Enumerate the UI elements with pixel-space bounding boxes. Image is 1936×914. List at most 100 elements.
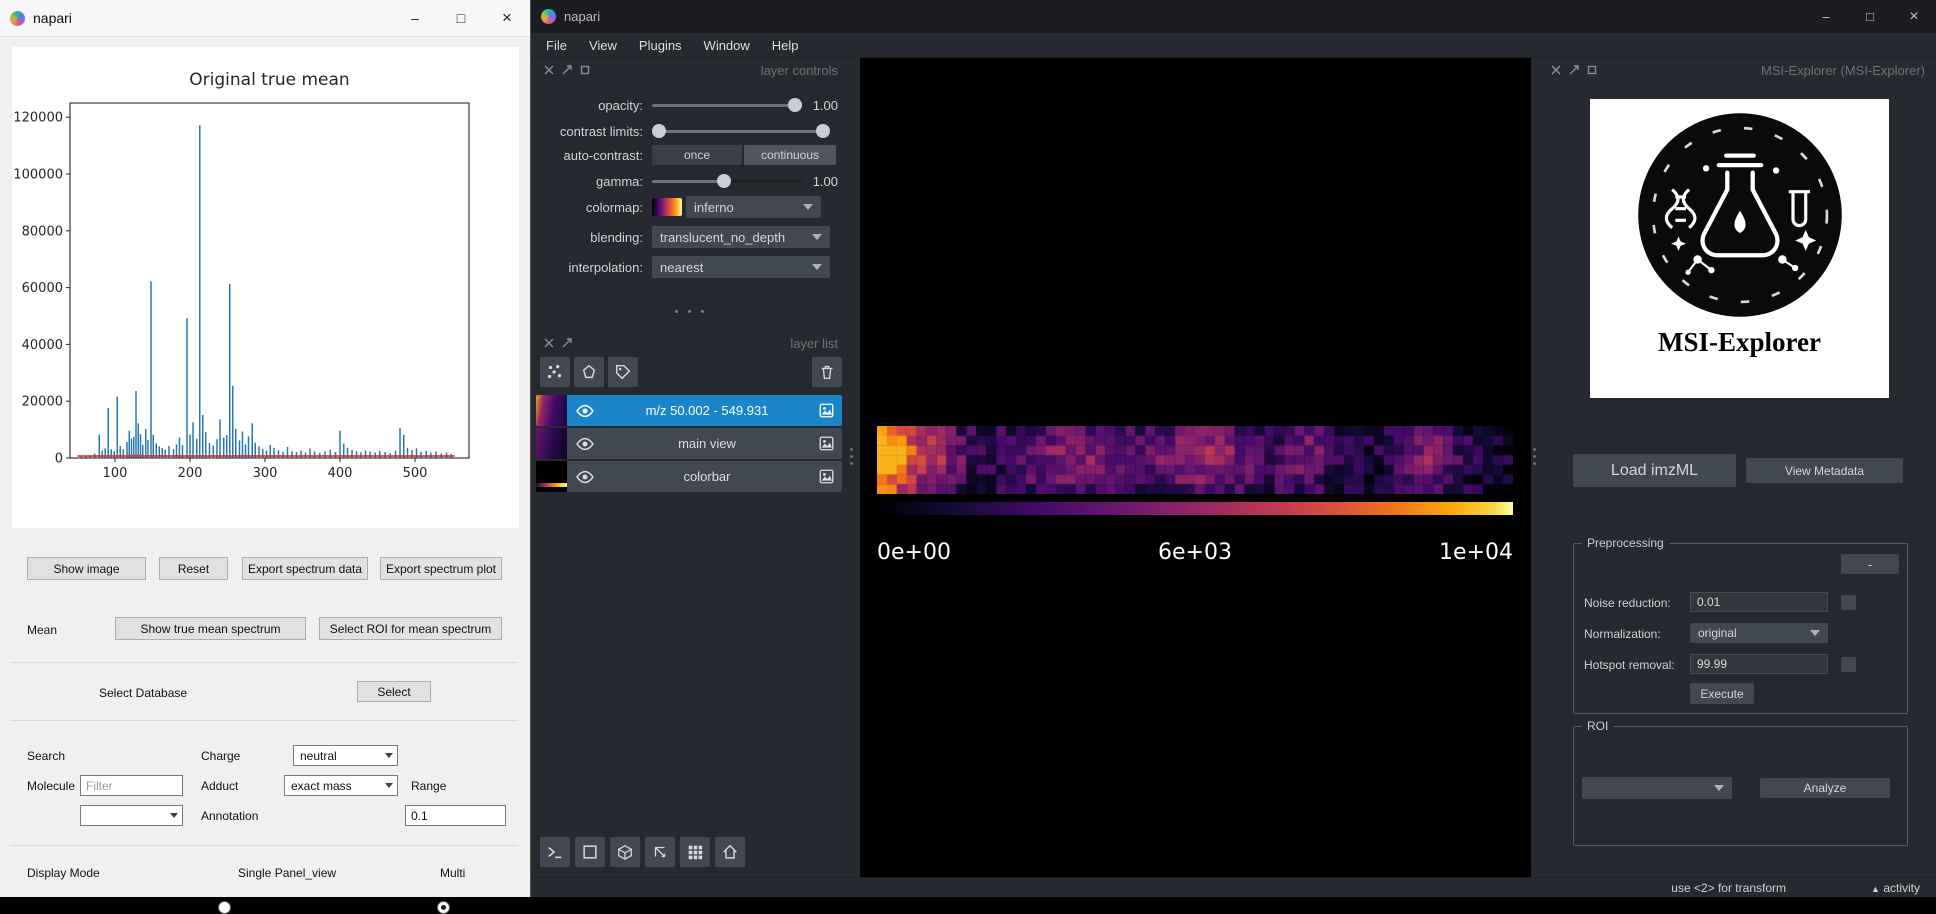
execute-button[interactable]: Execute <box>1690 683 1754 704</box>
close-button[interactable]: × <box>484 0 530 36</box>
svg-text:60000: 60000 <box>22 281 63 296</box>
panel-splitter-handle[interactable] <box>1533 448 1536 465</box>
colorbar-max-label: 1e+04 <box>1439 540 1513 565</box>
image-layer-icon <box>819 436 834 451</box>
auto-contrast-continuous-button[interactable]: continuous <box>744 145 836 165</box>
image-layer-icon <box>819 403 834 418</box>
export-spectrum-data-button[interactable]: Export spectrum data <box>242 557 368 580</box>
interpolation-select[interactable]: nearest <box>652 256 830 278</box>
maximize-button[interactable]: □ <box>438 0 484 36</box>
menu-window[interactable]: Window <box>693 33 761 57</box>
noise-reduction-label: Noise reduction: <box>1584 596 1671 610</box>
hotspot-removal-label: Hotspot removal: <box>1584 658 1675 672</box>
charge-select[interactable]: neutral <box>293 745 398 766</box>
msi-image[interactable] <box>877 426 1513 494</box>
contrast-limits-slider[interactable] <box>652 120 830 142</box>
svg-text:120000: 120000 <box>13 111 63 126</box>
radio-single-panel[interactable] <box>218 901 231 914</box>
transpose-dimensions-button[interactable] <box>645 837 675 867</box>
close-panel-icon[interactable] <box>544 65 555 76</box>
roi-group: ROI Analyze <box>1573 719 1908 846</box>
activity-button[interactable]: ▲ activity <box>1871 881 1920 895</box>
minimize-button[interactable]: – <box>392 0 438 36</box>
svg-text:20000: 20000 <box>22 395 63 410</box>
analyze-button[interactable]: Analyze <box>1760 778 1890 798</box>
layer-row-mz[interactable]: m/z 50.002 - 549.931 <box>536 395 842 426</box>
delete-layer-button[interactable] <box>812 357 842 387</box>
opacity-slider[interactable] <box>652 94 802 116</box>
svg-text:40000: 40000 <box>22 338 63 353</box>
close-panel-icon[interactable] <box>1551 65 1562 76</box>
opacity-value: 1.00 <box>812 98 838 113</box>
right-titlebar[interactable]: napari – □ × <box>531 0 1936 33</box>
viewer-canvas[interactable]: 0e+00 6e+03 1e+04 <box>860 58 1531 877</box>
auto-contrast-once-button[interactable]: once <box>652 145 742 165</box>
noise-reduction-checkbox[interactable] <box>1841 595 1856 610</box>
gamma-slider[interactable] <box>652 170 802 192</box>
roi-select[interactable] <box>1582 777 1732 799</box>
load-imzml-button[interactable]: Load imzML <box>1573 454 1736 487</box>
view-metadata-button[interactable]: View Metadata <box>1746 458 1903 483</box>
maximize-button[interactable]: □ <box>1848 0 1892 33</box>
roll-dimensions-button[interactable] <box>610 837 640 867</box>
select-roi-mean-button[interactable]: Select ROI for mean spectrum <box>319 617 502 640</box>
select-database-button[interactable]: Select <box>357 681 431 702</box>
hotspot-removal-checkbox[interactable] <box>1841 657 1856 672</box>
menu-file[interactable]: File <box>535 33 578 57</box>
reset-button[interactable]: Reset <box>159 557 228 580</box>
float-panel-icon[interactable] <box>1569 65 1580 76</box>
layer-row-colorbar[interactable]: colorbar <box>536 461 842 492</box>
float-panel-icon[interactable] <box>562 338 573 349</box>
molecule-input[interactable] <box>80 775 183 796</box>
menu-help[interactable]: Help <box>761 33 810 57</box>
gamma-label: gamma: <box>596 174 643 189</box>
visibility-eye-icon[interactable] <box>575 437 595 451</box>
show-image-button[interactable]: Show image <box>27 557 146 580</box>
close-button[interactable]: × <box>1892 0 1936 33</box>
svg-text:200: 200 <box>178 466 203 481</box>
colormap-select[interactable]: inferno <box>686 196 821 218</box>
panel-resize-handle[interactable]: • • • <box>536 306 846 318</box>
visibility-eye-icon[interactable] <box>575 404 595 418</box>
layer-name: main view <box>678 436 736 451</box>
noise-reduction-input[interactable]: 0.01 <box>1690 592 1828 612</box>
svg-text:500: 500 <box>403 466 428 481</box>
home-reset-view-button[interactable] <box>715 837 745 867</box>
export-spectrum-plot-button[interactable]: Export spectrum plot <box>380 557 502 580</box>
chevron-down-icon <box>385 783 393 788</box>
new-labels-layer-button[interactable] <box>608 357 638 387</box>
annotation-input[interactable] <box>405 805 506 826</box>
left-titlebar[interactable]: napari – □ × <box>0 0 530 37</box>
normalization-select[interactable]: original <box>1690 623 1828 643</box>
show-true-mean-button[interactable]: Show true mean spectrum <box>115 617 306 640</box>
blending-select[interactable]: translucent_no_depth <box>652 226 830 248</box>
colormap-thumbnail <box>652 198 682 216</box>
result-select[interactable] <box>80 805 183 826</box>
colormap-value: inferno <box>694 199 734 215</box>
close-panel-icon[interactable] <box>544 338 555 349</box>
hotspot-removal-input[interactable]: 99.99 <box>1690 654 1828 674</box>
radio-multi[interactable] <box>437 901 451 914</box>
spectrum-window: napari – □ × Original true mean 0 20000 400… <box>0 0 531 914</box>
visibility-eye-icon[interactable] <box>575 470 595 484</box>
dock-panel-icon[interactable] <box>580 65 591 76</box>
ndisplay-toggle-button[interactable] <box>575 837 605 867</box>
menu-plugins[interactable]: Plugins <box>628 33 693 57</box>
adduct-label: Adduct <box>201 779 239 793</box>
dock-panel-icon[interactable] <box>1587 65 1598 76</box>
grid-view-button[interactable] <box>680 837 710 867</box>
collapse-button[interactable]: - <box>1841 554 1899 574</box>
layer-row-main-view[interactable]: main view <box>536 428 842 459</box>
float-panel-icon[interactable] <box>562 65 573 76</box>
panel-splitter-handle[interactable] <box>850 448 853 465</box>
layer-list-title: layer list <box>790 336 838 351</box>
console-button[interactable] <box>540 837 570 867</box>
new-points-layer-button[interactable] <box>540 357 570 387</box>
svg-text:400: 400 <box>328 466 353 481</box>
layer-controls-header: layer controls <box>536 58 846 80</box>
napari-logo-icon <box>541 9 556 24</box>
new-shapes-layer-button[interactable] <box>574 357 604 387</box>
adduct-select[interactable]: exact mass <box>284 775 398 796</box>
menu-view[interactable]: View <box>578 33 628 57</box>
minimize-button[interactable]: – <box>1804 0 1848 33</box>
